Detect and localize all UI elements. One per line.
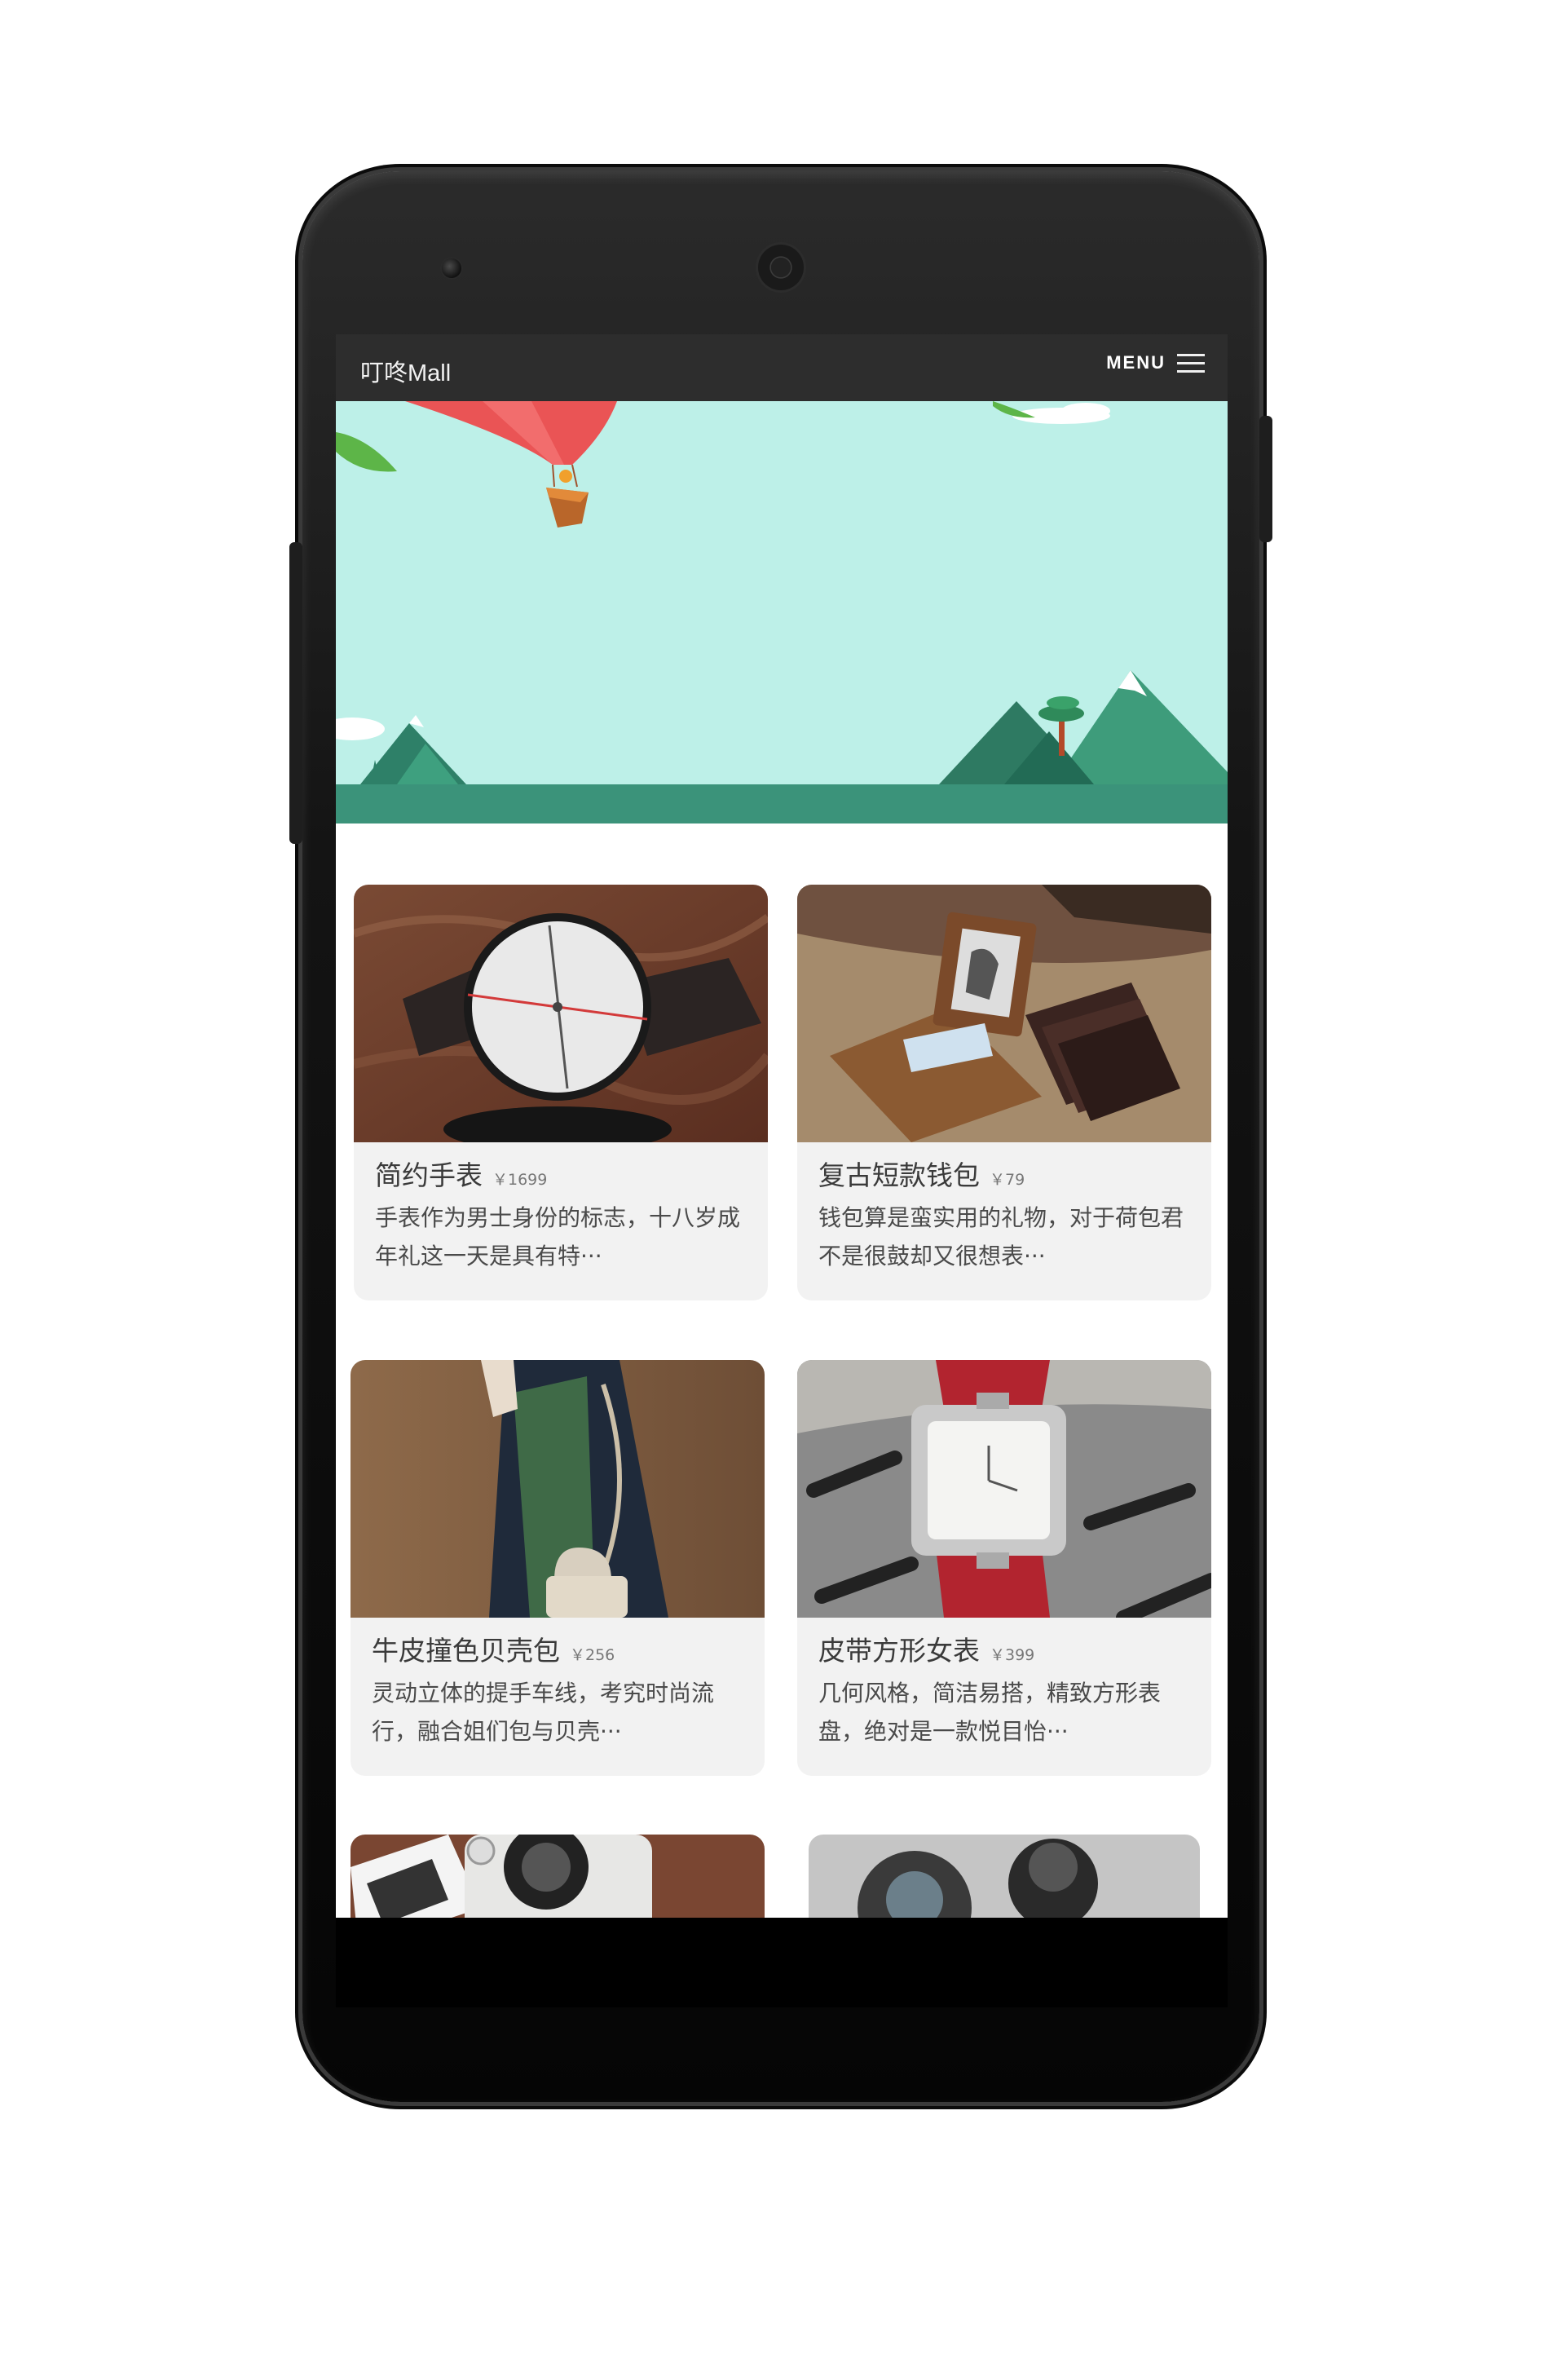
power-button <box>1259 416 1272 542</box>
product-title: 皮带方形女表 ￥399 <box>818 1629 1034 1668</box>
product-image <box>797 1360 1211 1618</box>
product-price: ￥399 <box>990 1646 1035 1664</box>
product-price: ￥1699 <box>492 1171 548 1189</box>
brand-logo[interactable]: 叮咚Mall <box>360 354 451 388</box>
front-camera <box>442 258 461 278</box>
product-card-bag[interactable]: 牛皮撞色贝壳包 ￥256 灵动立体的提手车线，考究时尚流行，融合姐们包与贝壳··· <box>351 1360 765 1776</box>
product-name: 牛皮撞色贝壳包 <box>372 1635 560 1667</box>
product-card-wallet[interactable]: 复古短款钱包 ￥79 钱包算是蛮实用的礼物，对于荷包君不是很鼓却又很想表··· <box>797 885 1211 1300</box>
product-card-watch[interactable]: 简约手表 ￥1699 手表作为男士身份的标志，十八岁成年礼这一天是具有特··· <box>354 885 768 1300</box>
product-description: 钱包算是蛮实用的礼物，对于荷包君不是很鼓却又很想表··· <box>818 1204 1184 1269</box>
hero-banner[interactable] <box>336 401 1228 824</box>
top-nav-bar: 叮咚Mall MENU <box>336 334 1228 401</box>
volume-button <box>289 542 302 844</box>
banner-illustration <box>336 401 1228 824</box>
earpiece-speaker <box>758 245 804 290</box>
product-description: 几何风格，简洁易搭，精致方形表盘，绝对是一款悦目怡··· <box>818 1680 1162 1745</box>
product-name: 复古短款钱包 <box>818 1159 980 1191</box>
product-title: 牛皮撞色贝壳包 ￥256 <box>372 1629 615 1668</box>
product-image <box>351 1360 765 1618</box>
product-image <box>797 885 1211 1142</box>
product-image <box>351 1835 765 1918</box>
app-screen: 叮咚Mall MENU 简约手表 ￥1699 手表作为男士身份的标志，十八岁成年… <box>336 334 1228 1918</box>
product-card-camera[interactable] <box>351 1835 765 1918</box>
product-name: 简约手表 <box>375 1159 483 1191</box>
menu-button[interactable]: MENU <box>1106 352 1205 373</box>
product-description: 手表作为男士身份的标志，十八岁成年礼这一天是具有特··· <box>375 1204 741 1269</box>
navigation-bar-area <box>336 1918 1228 2007</box>
product-description: 灵动立体的提手车线，考究时尚流行，融合姐们包与贝壳··· <box>372 1680 715 1745</box>
product-card-ladies-watch[interactable]: 皮带方形女表 ￥399 几何风格，简洁易搭，精致方形表盘，绝对是一款悦目怡··· <box>797 1360 1211 1776</box>
product-title: 复古短款钱包 ￥79 <box>818 1154 1025 1193</box>
product-price: ￥256 <box>570 1646 615 1664</box>
menu-label: MENU <box>1106 352 1166 373</box>
product-name: 皮带方形女表 <box>818 1635 980 1667</box>
hamburger-menu-icon <box>1177 352 1205 373</box>
product-image <box>354 885 768 1142</box>
product-title: 简约手表 ￥1699 <box>375 1154 547 1193</box>
product-image <box>809 1835 1200 1918</box>
product-card-speaker[interactable] <box>809 1835 1200 1918</box>
product-price: ￥79 <box>990 1171 1025 1189</box>
